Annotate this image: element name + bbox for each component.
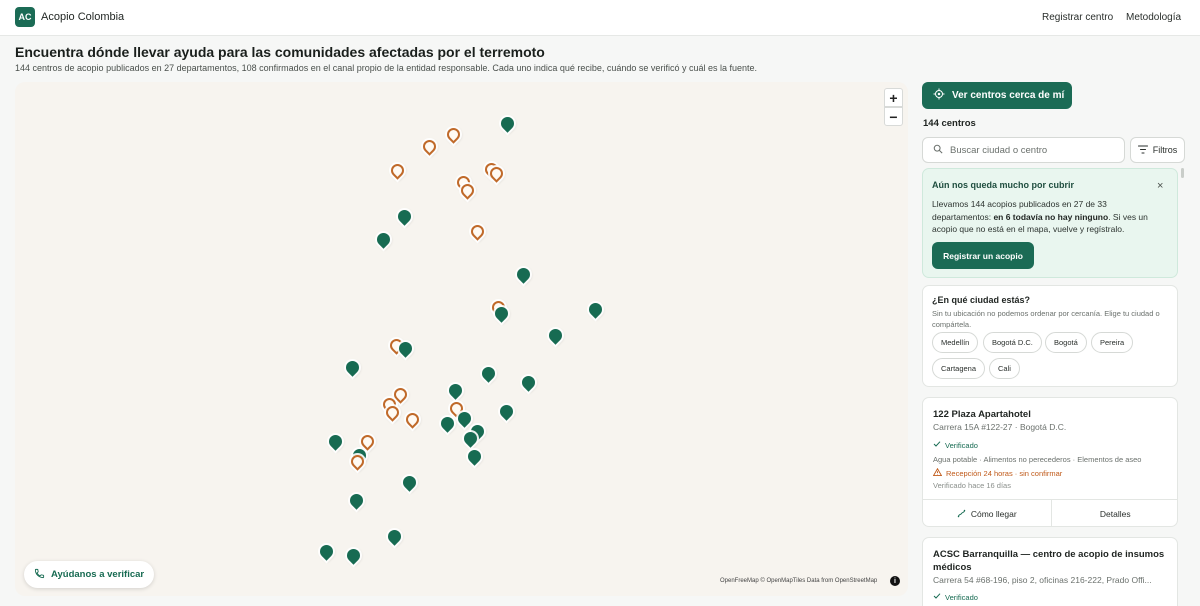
locate-icon xyxy=(933,88,945,103)
phone-icon xyxy=(34,568,45,582)
center-card[interactable]: ACSC Barranquilla — centro de acopio de … xyxy=(922,537,1178,606)
map[interactable]: + − Ayúdanos a verificar OpenFreeMap © O… xyxy=(15,82,908,596)
map-pin-confirmed[interactable] xyxy=(347,491,366,510)
warning-label: Recepción 24 horas · sin confirmar xyxy=(946,468,1063,478)
city-chip-medellin[interactable]: Medellín xyxy=(932,332,979,353)
page-title: Encuentra dónde llevar ayuda para las co… xyxy=(15,44,545,60)
map-attribution[interactable]: OpenFreeMap © OpenMapTiles Data from Ope… xyxy=(720,578,877,584)
verified-time: Verificado hace 16 días xyxy=(933,481,1011,490)
reception-warning: Recepción 24 horas · sin confirmar xyxy=(932,467,1063,478)
near-me-label: Ver centros cerca de mí xyxy=(952,90,1065,101)
zoom-in-button[interactable]: + xyxy=(884,88,903,107)
app-logo[interactable]: AC xyxy=(15,7,35,27)
filters-button[interactable]: Filtros xyxy=(1130,137,1185,163)
notice-body: Llevamos 144 acopios publicados en 27 de… xyxy=(932,198,1164,236)
city-chip-cali[interactable]: Cali xyxy=(989,358,1020,379)
map-pin-confirmed[interactable] xyxy=(395,207,414,226)
search-icon xyxy=(933,144,943,157)
zoom-out-button[interactable]: − xyxy=(884,107,903,126)
map-pin-confirmed[interactable] xyxy=(343,358,362,377)
verified-badge: Verificado xyxy=(933,592,978,602)
map-pin-confirmed[interactable] xyxy=(400,473,419,492)
map-pin-confirmed[interactable] xyxy=(385,527,404,546)
top-bar: AC Acopio Colombia Registrar centro Meto… xyxy=(0,0,1200,36)
map-pin-confirmed[interactable] xyxy=(326,432,345,451)
map-pin-confirmed[interactable] xyxy=(519,373,538,392)
city-chip-bogota[interactable]: Bogotá xyxy=(1045,332,1087,353)
page-subtitle: 144 centros de acopio publicados en 27 d… xyxy=(15,63,757,73)
route-icon xyxy=(957,509,966,520)
panel-scrollbar[interactable] xyxy=(1181,168,1184,178)
info-icon[interactable]: i xyxy=(890,576,900,586)
map-pin-pending[interactable] xyxy=(444,125,463,144)
center-address: Carrera 54 #68-196, piso 2, oficinas 216… xyxy=(933,575,1152,585)
map-pin-confirmed[interactable] xyxy=(497,402,516,421)
map-pin-confirmed[interactable] xyxy=(586,300,605,319)
close-icon[interactable]: × xyxy=(1157,180,1163,192)
directions-label: Cómo llegar xyxy=(970,509,1017,519)
verified-label: Verificado xyxy=(945,440,978,450)
map-pin-confirmed[interactable] xyxy=(498,114,517,133)
center-card[interactable]: 122 Plaza Apartahotel Carrera 15A #122-2… xyxy=(922,397,1178,527)
center-address: Carrera 15A #122-27 · Bogotá D.C. xyxy=(933,422,1067,432)
near-me-button[interactable]: Ver centros cerca de mí xyxy=(922,82,1072,109)
verified-badge: Verificado xyxy=(933,440,978,450)
city-title: ¿En qué ciudad estás? xyxy=(932,295,1031,305)
check-icon xyxy=(933,592,941,602)
card-actions: Cómo llegar Detalles xyxy=(923,499,1178,526)
map-pin-pending[interactable] xyxy=(403,410,422,429)
map-pin-pending[interactable] xyxy=(468,222,487,241)
map-pin-confirmed[interactable] xyxy=(465,447,484,466)
register-collection-button[interactable]: Registrar un acopio xyxy=(932,242,1034,269)
app-name[interactable]: Acopio Colombia xyxy=(41,11,124,23)
map-pin-confirmed[interactable] xyxy=(514,265,533,284)
results-panel: Aún nos queda mucho por cubrir × Llevamo… xyxy=(922,168,1178,606)
filters-label: Filtros xyxy=(1152,145,1178,155)
city-selector: ¿En qué ciudad estás? Sin tu ubicación n… xyxy=(922,285,1178,387)
map-pin-confirmed[interactable] xyxy=(479,364,498,383)
centers-count: 144 centros xyxy=(923,118,976,129)
details-button[interactable]: Detalles xyxy=(1050,500,1178,526)
city-chip-bogota-dc[interactable]: Bogotá D.C. xyxy=(983,332,1042,353)
search-input[interactable]: Buscar ciudad o centro xyxy=(922,137,1125,163)
filter-icon xyxy=(1137,144,1148,156)
warning-icon xyxy=(932,467,943,478)
help-verify-label: Ayúdanos a verificar xyxy=(51,569,145,580)
city-chip-cartagena[interactable]: Cartagena xyxy=(932,358,986,379)
city-subtitle: Sin tu ubicación no podemos ordenar por … xyxy=(932,309,1160,329)
nav-register-center-link[interactable]: Registrar centro xyxy=(1042,12,1113,23)
center-name: 122 Plaza Apartahotel xyxy=(933,409,1031,420)
map-pin-confirmed[interactable] xyxy=(546,326,565,345)
nav-methodology-link[interactable]: Metodología xyxy=(1126,12,1181,23)
verified-label: Verificado xyxy=(945,592,978,602)
map-pin-confirmed[interactable] xyxy=(446,381,465,400)
map-pin-confirmed[interactable] xyxy=(374,230,393,249)
help-verify-button[interactable]: Ayúdanos a verificar xyxy=(24,561,155,588)
accepted-items: Agua potable · Alimentos no perecederos … xyxy=(933,455,1142,464)
notice-title: Aún nos queda mucho por cubrir xyxy=(932,180,1075,190)
city-chip-pereira[interactable]: Pereira xyxy=(1091,332,1134,353)
map-pin-confirmed[interactable] xyxy=(438,414,457,433)
map-pin-pending[interactable] xyxy=(420,137,439,156)
check-icon xyxy=(933,440,941,450)
center-name: ACSC Barranquilla — centro de acopio de … xyxy=(933,549,1165,573)
map-pin-pending[interactable] xyxy=(388,161,407,180)
notice-body-emphasis: en 6 todavía no hay ninguno xyxy=(993,211,1109,222)
directions-button[interactable]: Cómo llegar xyxy=(923,500,1051,526)
coverage-notice: Aún nos queda mucho por cubrir × Llevamo… xyxy=(922,168,1178,278)
map-pin-confirmed[interactable] xyxy=(317,542,336,561)
map-pin-confirmed[interactable] xyxy=(344,546,363,565)
search-placeholder: Buscar ciudad o centro xyxy=(950,144,1048,156)
